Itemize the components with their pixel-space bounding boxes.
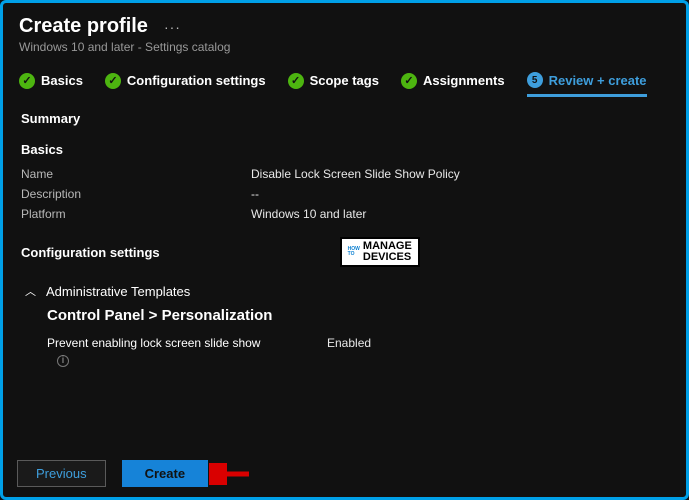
info-icon[interactable]: i: [57, 355, 69, 367]
basics-heading: Basics: [21, 142, 668, 157]
step-review[interactable]: 5 Review + create: [527, 72, 647, 97]
step-scope[interactable]: ✓ Scope tags: [288, 73, 379, 89]
platform-key: Platform: [21, 207, 251, 221]
check-icon: ✓: [19, 73, 35, 89]
setting-row: Prevent enabling lock screen slide show …: [47, 336, 668, 350]
setting-label: Prevent enabling lock screen slide show: [47, 336, 327, 350]
setting-value: Enabled: [327, 336, 371, 350]
description-value: --: [251, 187, 259, 201]
chevron-up-icon: ︿: [25, 283, 36, 299]
name-value: Disable Lock Screen Slide Show Policy: [251, 167, 460, 181]
table-row: Platform Windows 10 and later: [21, 207, 668, 221]
create-button[interactable]: Create: [122, 460, 208, 487]
wizard-steps: ✓ Basics ✓ Configuration settings ✓ Scop…: [3, 58, 686, 93]
page-title: Create profile: [19, 15, 148, 38]
page-subtitle: Windows 10 and later - Settings catalog: [19, 40, 670, 54]
watermark-to: TO: [348, 252, 360, 257]
step-label: Configuration settings: [127, 73, 266, 88]
annotation-arrow-icon: [209, 463, 251, 485]
step-number-icon: 5: [527, 72, 543, 88]
step-label: Basics: [41, 73, 83, 88]
settings-path: Control Panel > Personalization: [47, 307, 668, 324]
name-key: Name: [21, 167, 251, 181]
step-label: Scope tags: [310, 73, 379, 88]
check-icon: ✓: [288, 73, 304, 89]
config-heading: Configuration settings: [21, 245, 160, 260]
step-label: Assignments: [423, 73, 505, 88]
watermark-logo: HOW TO MANAGE DEVICES: [340, 237, 420, 267]
step-label: Review + create: [549, 73, 647, 88]
table-row: Description --: [21, 187, 668, 201]
admin-templates-row[interactable]: ︿ Administrative Templates: [25, 283, 668, 299]
description-key: Description: [21, 187, 251, 201]
check-icon: ✓: [105, 73, 121, 89]
check-icon: ✓: [401, 73, 417, 89]
admin-templates-label: Administrative Templates: [46, 284, 190, 299]
table-row: Name Disable Lock Screen Slide Show Poli…: [21, 167, 668, 181]
more-icon[interactable]: ···: [160, 19, 185, 35]
previous-button[interactable]: Previous: [17, 460, 106, 487]
watermark-bottom: DEVICES: [363, 252, 412, 263]
summary-heading: Summary: [21, 111, 668, 126]
step-config[interactable]: ✓ Configuration settings: [105, 73, 266, 89]
step-assignments[interactable]: ✓ Assignments: [401, 73, 505, 89]
platform-value: Windows 10 and later: [251, 207, 366, 221]
step-basics[interactable]: ✓ Basics: [19, 73, 83, 89]
